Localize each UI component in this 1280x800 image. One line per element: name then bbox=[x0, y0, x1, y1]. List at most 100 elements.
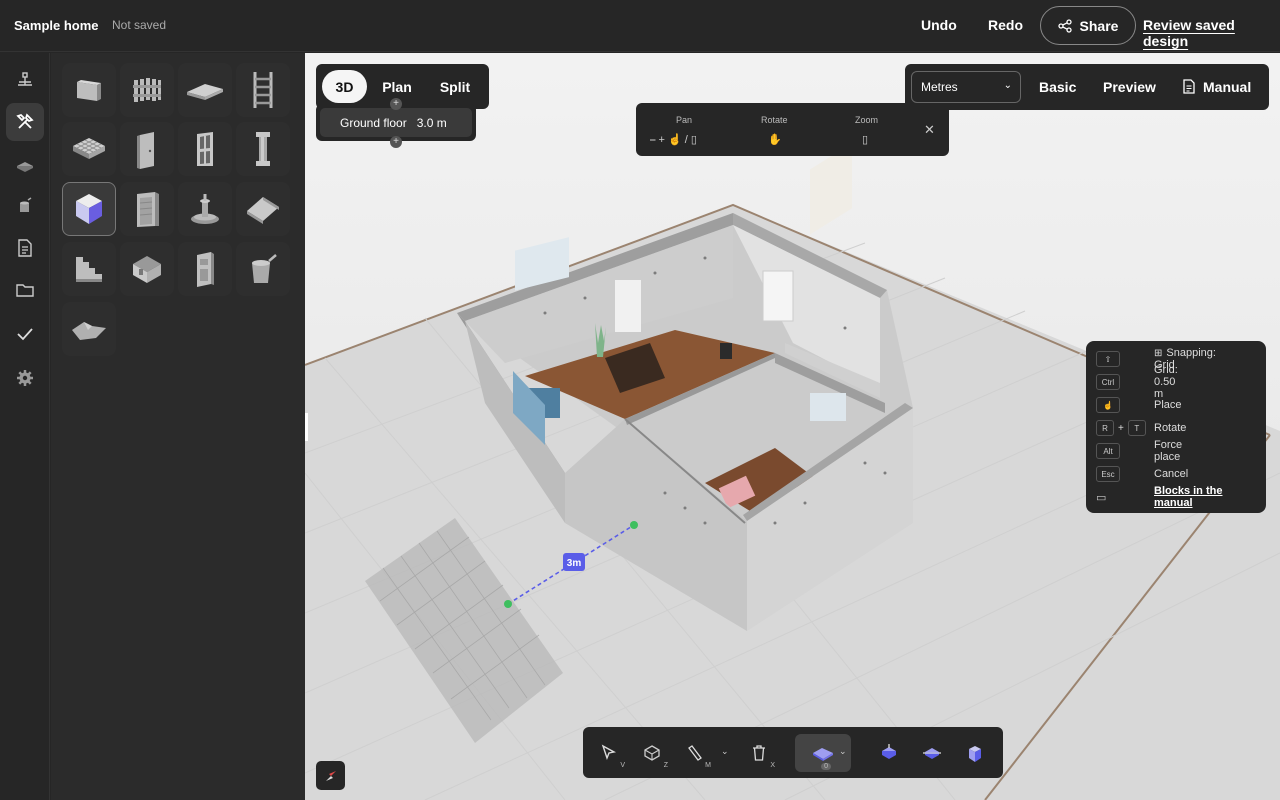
appliance-icon[interactable] bbox=[178, 242, 232, 296]
shortcut-row: Ctrl Grid: 0.50 m bbox=[1096, 364, 1178, 400]
fence-icon[interactable] bbox=[120, 63, 174, 117]
floor-selector: Ground floor 3.0 m + + bbox=[316, 98, 476, 148]
esc-key: Esc bbox=[1096, 466, 1120, 482]
hierarchy-icon[interactable] bbox=[6, 61, 44, 99]
palette-resize-handle[interactable] bbox=[305, 413, 308, 441]
terrain-icon[interactable] bbox=[62, 302, 116, 356]
build-tools-icon[interactable] bbox=[6, 103, 44, 141]
column-icon[interactable] bbox=[236, 122, 290, 176]
floor-item[interactable]: Ground floor 3.0 m bbox=[320, 108, 472, 137]
settings-icon[interactable] bbox=[6, 359, 44, 397]
block-icon bbox=[813, 748, 833, 761]
stairs-icon[interactable] bbox=[62, 242, 116, 296]
fountain-icon[interactable] bbox=[178, 182, 232, 236]
grid-icon: ⊞ bbox=[1154, 348, 1163, 359]
folder-icon[interactable] bbox=[6, 271, 44, 309]
shortcut-row: Esc Cancel bbox=[1096, 465, 1188, 483]
share-label: Share bbox=[1079, 17, 1119, 34]
paint-icon[interactable] bbox=[6, 187, 44, 225]
ctrl-key: Ctrl bbox=[1096, 374, 1120, 390]
trash-icon bbox=[753, 745, 765, 761]
document-icon bbox=[1183, 79, 1195, 94]
manual-button[interactable]: Manual bbox=[1183, 79, 1251, 97]
layer-up-icon bbox=[882, 744, 896, 759]
place-below-tool[interactable] bbox=[959, 737, 991, 769]
bucket-icon[interactable] bbox=[236, 242, 290, 296]
place-above-tool[interactable] bbox=[873, 737, 905, 769]
roof-icon[interactable] bbox=[236, 182, 290, 236]
document-icon[interactable] bbox=[6, 229, 44, 267]
book-icon: ▭ bbox=[1096, 491, 1107, 504]
redo-button[interactable]: Redo bbox=[988, 17, 1023, 33]
basic-button[interactable]: Basic bbox=[1039, 79, 1076, 95]
wall-block-icon[interactable] bbox=[62, 63, 116, 117]
measure-hotkey: M bbox=[705, 762, 711, 769]
shortcut-row: ▭ Blocks in the manual bbox=[1096, 485, 1256, 509]
shortcut-row: Alt Force place bbox=[1096, 439, 1182, 463]
add-floor-below-icon[interactable]: + bbox=[390, 136, 402, 148]
click-icon: ☝ bbox=[1096, 397, 1120, 413]
dimension-label: 3m bbox=[567, 558, 582, 569]
close-icon[interactable]: ✕ bbox=[924, 122, 935, 138]
shift-key: ⇧ bbox=[1096, 351, 1120, 367]
place-center-tool[interactable] bbox=[916, 737, 948, 769]
delete-tool[interactable]: X bbox=[743, 737, 775, 769]
rotate-label: Rotate bbox=[1154, 422, 1187, 434]
units-value: Metres bbox=[921, 80, 958, 94]
t-key: T bbox=[1127, 420, 1146, 436]
door-icon[interactable] bbox=[120, 122, 174, 176]
shortcuts-panel: ⇧ ⊞ Snapping: Grid Ctrl Grid: 0.50 m ☝ Pl… bbox=[1086, 341, 1266, 513]
cancel-label: Cancel bbox=[1154, 468, 1189, 480]
ladder-icon[interactable] bbox=[236, 63, 290, 117]
top-right-bar: Metres ⌄ Basic Preview Manual bbox=[905, 64, 1269, 110]
review-saved-design-link[interactable]: Review saved design bbox=[1143, 17, 1280, 49]
add-floor-above-icon[interactable]: + bbox=[390, 98, 402, 110]
slab-icon[interactable] bbox=[178, 63, 232, 117]
measure-tool[interactable]: M bbox=[679, 737, 711, 769]
manual-label: Manual bbox=[1203, 79, 1252, 95]
orbit-tool[interactable]: Z bbox=[636, 737, 668, 769]
floor-height: 3.0 m bbox=[416, 115, 447, 130]
chevron-down-icon[interactable]: ⌄ bbox=[839, 746, 847, 757]
place-label: Place bbox=[1154, 399, 1182, 411]
plus-sign: + bbox=[1118, 422, 1124, 434]
cabinet-icon[interactable] bbox=[120, 182, 174, 236]
camera-controls-help: Pan ⎯ + ☝ / ▯ Rotate ✋ Zoom ▯ ✕ bbox=[636, 103, 949, 156]
pan-shortcut-icon: ⎯ + ☝ / ▯ bbox=[650, 134, 697, 146]
preview-button[interactable]: Preview bbox=[1103, 79, 1156, 95]
tab-3d[interactable]: 3D bbox=[322, 70, 367, 103]
chevron-down-icon[interactable]: ⌄ bbox=[721, 746, 729, 757]
project-name[interactable]: Sample home bbox=[14, 18, 99, 33]
grid-size-label: Grid: 0.50 m bbox=[1154, 364, 1178, 400]
compass-icon bbox=[325, 770, 336, 781]
floor-icon[interactable] bbox=[6, 145, 44, 183]
floor-name: Ground floor bbox=[340, 115, 407, 130]
compass-button[interactable] bbox=[316, 761, 345, 790]
zoom-label: Zoom bbox=[855, 115, 879, 125]
shortcut-row: ☝ Place bbox=[1096, 396, 1182, 414]
layer-down-icon bbox=[969, 746, 981, 762]
blocks-manual-link[interactable]: Blocks in the manual bbox=[1154, 485, 1256, 509]
view-mode-tabs: 3D Plan Split bbox=[316, 64, 489, 109]
orbit-icon bbox=[644, 745, 660, 761]
rotate-label: Rotate bbox=[761, 115, 788, 125]
ruler-icon bbox=[688, 745, 702, 761]
top-bar: Sample home Not saved Undo Redo Share Re… bbox=[0, 0, 1280, 52]
window-icon[interactable] bbox=[178, 122, 232, 176]
custom-block-icon[interactable] bbox=[62, 182, 116, 236]
orbit-hotkey: Z bbox=[663, 762, 668, 769]
undo-button[interactable]: Undo bbox=[921, 17, 957, 33]
save-status: Not saved bbox=[112, 18, 167, 32]
share-button[interactable]: Share bbox=[1040, 6, 1136, 45]
units-select[interactable]: Metres ⌄ bbox=[911, 71, 1021, 103]
alt-key: Alt bbox=[1096, 443, 1120, 459]
shortcut-row: ⇧ ⊞ Snapping: Grid bbox=[1096, 347, 1216, 371]
share-icon bbox=[1057, 18, 1072, 33]
r-key: R bbox=[1096, 420, 1114, 436]
select-tool[interactable]: V bbox=[593, 737, 625, 769]
checklist-icon[interactable] bbox=[6, 315, 44, 353]
grid-floor-icon[interactable] bbox=[62, 122, 116, 176]
room-icon[interactable] bbox=[120, 242, 174, 296]
bottom-toolbar: V Z M ⌄ X 0 ⌄ bbox=[583, 727, 1003, 778]
tab-split[interactable]: Split bbox=[434, 70, 476, 103]
